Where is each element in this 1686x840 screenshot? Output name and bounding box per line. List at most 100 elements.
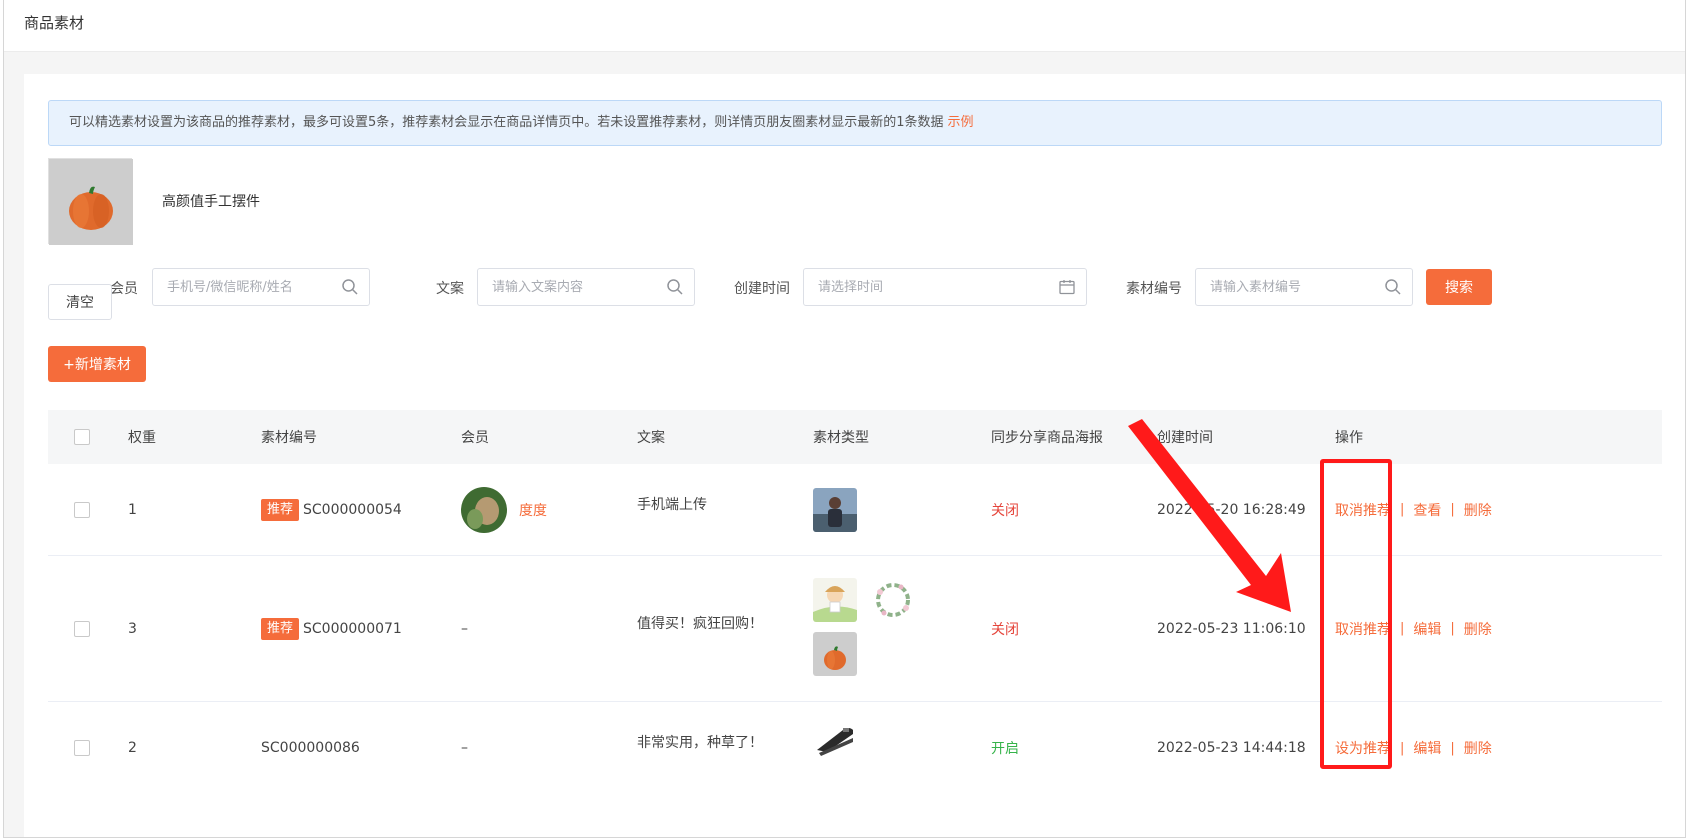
media-thumbnail[interactable] — [813, 716, 857, 760]
weight-cell: 1 — [128, 501, 137, 518]
search-button[interactable]: 搜索 — [1426, 269, 1492, 305]
code-cell: 推荐 SC000000071 — [261, 556, 402, 701]
page-title: 商品素材 — [24, 14, 85, 32]
created-filter-field — [803, 268, 1087, 306]
page-header: 商品素材 — [4, 0, 1685, 52]
media-thumbnail[interactable] — [813, 487, 857, 532]
material-code: SC000000054 — [303, 501, 402, 518]
product-name: 高颜值手工摆件 — [162, 194, 260, 210]
date-picker-input[interactable] — [804, 269, 1086, 305]
member-cell: – — [461, 620, 468, 637]
action-separator: | — [1450, 621, 1455, 636]
clear-button[interactable]: 清空 — [48, 284, 112, 320]
header-weight: 权重 — [128, 430, 156, 446]
media-cell — [813, 556, 915, 701]
action-separator: | — [1450, 502, 1455, 517]
media-cell — [813, 692, 857, 784]
action-separator: | — [1400, 502, 1405, 517]
view-button[interactable]: 查看 — [1413, 500, 1441, 520]
media-cell — [813, 464, 857, 555]
action-separator: | — [1400, 621, 1405, 636]
select-all-checkbox[interactable] — [74, 429, 90, 445]
poster-status: 关闭 — [991, 502, 1019, 519]
header-created: 创建时间 — [1157, 430, 1213, 446]
row-checkbox-cell — [74, 556, 90, 701]
add-material-button[interactable]: +新增素材 — [48, 346, 146, 382]
cancel-recommend-button[interactable]: 取消推荐 — [1335, 500, 1391, 520]
code-cell: 推荐 SC000000054 — [261, 464, 402, 555]
delete-button[interactable]: 删除 — [1464, 500, 1492, 520]
header-checkbox-cell — [74, 410, 90, 464]
search-icon — [342, 279, 358, 295]
member-filter-label: 会员 — [110, 281, 138, 297]
edit-button[interactable]: 编辑 — [1413, 738, 1441, 758]
copy-filter-field — [477, 268, 695, 306]
product-thumbnail — [48, 158, 133, 245]
page-frame: 商品素材 可以精选素材设置为该商品的推荐素材，最多可设置5条，推荐素材会显示在商… — [3, 0, 1686, 838]
table-row: 2 SC000000086 – 非常实用，种草了！ 开启 2022-05-23 … — [48, 702, 1662, 794]
actions-cell: 取消推荐 | 编辑 | 删除 — [1335, 556, 1492, 701]
table-header: 权重 素材编号 会员 文案 素材类型 同步分享商品海报 创建时间 操作 — [48, 410, 1662, 464]
poster-status: 关闭 — [991, 621, 1019, 638]
header-media-type: 素材类型 — [813, 430, 869, 446]
member-filter-field — [152, 268, 370, 306]
header-member: 会员 — [461, 430, 489, 446]
header-code: 素材编号 — [261, 430, 317, 446]
avatar — [461, 486, 507, 533]
flower-wreath-image — [871, 578, 915, 622]
created-filter-label: 创建时间 — [734, 281, 790, 297]
notice-text: 可以精选素材设置为该商品的推荐素材，最多可设置5条，推荐素材会显示在商品详情页中… — [69, 115, 944, 130]
copy-filter-label: 文案 — [436, 281, 464, 297]
row-checkbox-cell — [74, 464, 90, 555]
code-cell: SC000000086 — [261, 702, 360, 794]
actions-cell: 设为推荐 | 编辑 | 删除 — [1335, 702, 1492, 794]
cartoon-image — [813, 578, 857, 622]
code-filter-label: 素材编号 — [1126, 281, 1182, 297]
media-thumbnail[interactable] — [813, 578, 857, 622]
header-actions: 操作 — [1335, 430, 1363, 446]
row-checkbox[interactable] — [74, 740, 90, 756]
media-thumbnail[interactable] — [813, 632, 857, 676]
header-copy: 文案 — [637, 430, 665, 446]
material-table: 权重 素材编号 会员 文案 素材类型 同步分享商品海报 创建时间 操作 1 推荐… — [48, 410, 1662, 794]
copy-cell: 值得买！疯狂回购！ — [637, 615, 763, 632]
search-icon — [667, 279, 683, 295]
copy-cell: 非常实用，种草了！ — [637, 735, 763, 751]
delete-button[interactable]: 删除 — [1464, 619, 1492, 639]
avatar-image — [461, 486, 507, 533]
stapler-image — [813, 716, 857, 760]
table-row: 3 推荐 SC000000071 – 值得买！疯狂回购！ 关闭 2022-05-… — [48, 556, 1662, 702]
media-thumbnail[interactable] — [871, 578, 915, 622]
pumpkin-image — [813, 632, 857, 676]
member-cell: – — [461, 740, 468, 756]
member-name[interactable]: 度度 — [519, 500, 547, 520]
code-search-input[interactable] — [1196, 269, 1412, 305]
delete-button[interactable]: 删除 — [1464, 738, 1492, 758]
member-search-input[interactable] — [153, 269, 369, 305]
code-filter-field — [1195, 268, 1413, 306]
notice-banner: 可以精选素材设置为该商品的推荐素材，最多可设置5条，推荐素材会显示在商品详情页中… — [48, 100, 1662, 146]
photo-image — [813, 487, 857, 532]
cancel-recommend-button[interactable]: 取消推荐 — [1335, 619, 1391, 639]
copy-search-input[interactable] — [478, 269, 694, 305]
weight-cell: 3 — [128, 620, 137, 637]
created-cell: 2022-05-23 11:06:10 — [1157, 620, 1306, 637]
pumpkin-image — [49, 159, 133, 245]
created-cell: 2022-05-23 14:44:18 — [1157, 740, 1306, 756]
example-link[interactable]: 示例 — [948, 115, 974, 130]
material-code: SC000000071 — [303, 620, 402, 637]
edit-button[interactable]: 编辑 — [1413, 619, 1441, 639]
row-checkbox-cell — [74, 702, 90, 794]
table-row: 1 推荐 SC000000054 度度 手机端上传 关闭 2022-05-20 … — [48, 464, 1662, 556]
recommend-badge: 推荐 — [261, 498, 300, 521]
member-cell: 度度 — [461, 464, 547, 555]
product-info: 高颜值手工摆件 — [48, 158, 260, 245]
set-recommend-button[interactable]: 设为推荐 — [1335, 738, 1391, 758]
calendar-icon — [1059, 280, 1075, 295]
row-checkbox[interactable] — [74, 501, 90, 518]
header-poster-sync: 同步分享商品海报 — [991, 430, 1103, 446]
recommend-badge: 推荐 — [261, 617, 300, 640]
material-code: SC000000086 — [261, 740, 360, 756]
action-separator: | — [1450, 740, 1455, 756]
row-checkbox[interactable] — [74, 620, 90, 637]
